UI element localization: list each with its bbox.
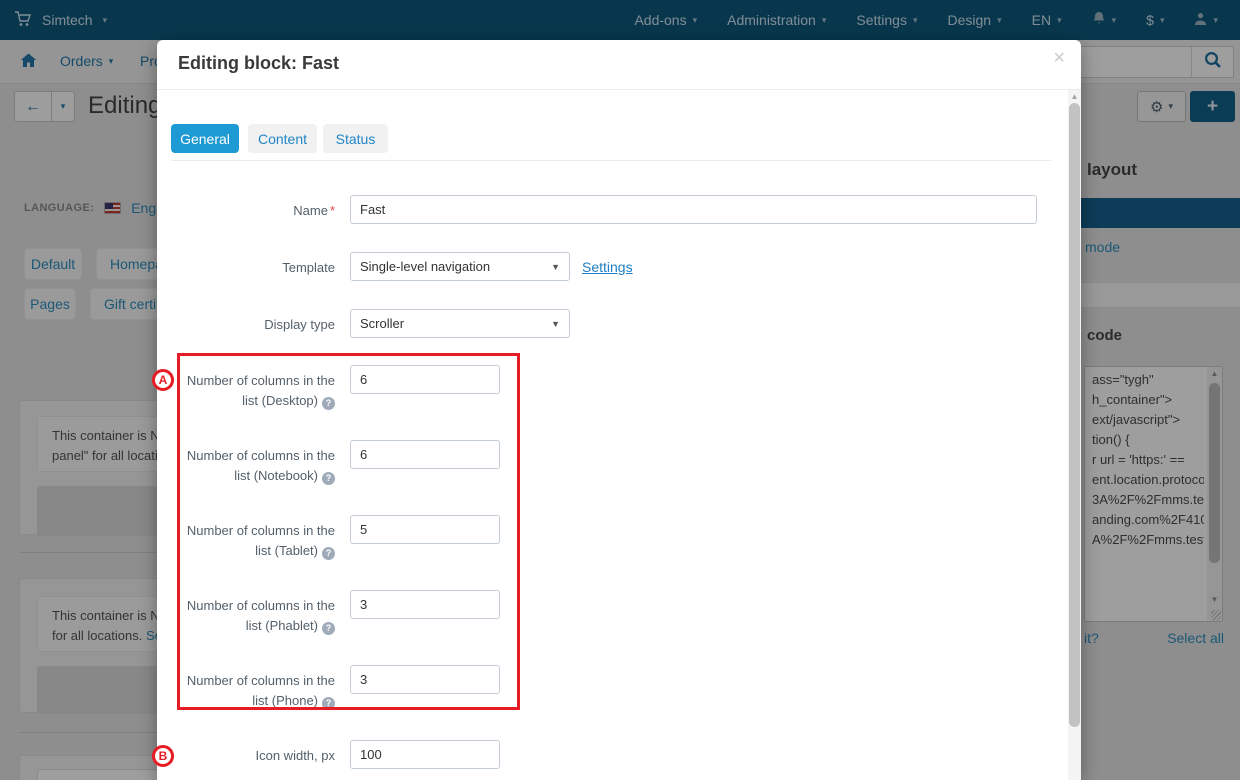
- name-label: Name *: [293, 203, 335, 218]
- help-icon[interactable]: [322, 547, 335, 560]
- form-row-display-type: Display type Scroller ▼: [175, 309, 570, 338]
- columns-tablet-label: Number of columns in the list (Tablet): [175, 515, 335, 561]
- template-label: Template: [282, 260, 335, 275]
- select-arrow-icon: ▼: [551, 261, 560, 272]
- tab-general[interactable]: General: [171, 124, 239, 153]
- template-settings-link[interactable]: Settings: [582, 259, 633, 275]
- columns-desktop-field[interactable]: [350, 365, 500, 394]
- modal-scrollbar[interactable]: ▲: [1068, 90, 1081, 780]
- screen: Simtech ▾ Add-ons ▾ Administration ▾ Setti…: [0, 0, 1240, 780]
- form-row-icon-width: Icon width, px: [175, 740, 500, 769]
- tab-underline: [171, 160, 1051, 161]
- columns-desktop-label: Number of columns in the list (Desktop): [175, 365, 335, 411]
- required-asterisk: *: [329, 203, 335, 218]
- modal-header: Editing block: Fast ×: [157, 40, 1081, 90]
- select-arrow-icon: ▼: [551, 318, 560, 329]
- display-type-label: Display type: [264, 317, 335, 332]
- form-row-columns-notebook: Number of columns in the list (Notebook): [175, 440, 500, 486]
- form-row-columns-tablet: Number of columns in the list (Tablet): [175, 515, 500, 561]
- help-icon[interactable]: [322, 697, 335, 710]
- form-row-columns-phone: Number of columns in the list (Phone): [175, 665, 500, 711]
- annotation-marker-a: A: [152, 369, 174, 391]
- form-row-columns-phablet: Number of columns in the list (Phablet): [175, 590, 500, 636]
- columns-notebook-label: Number of columns in the list (Notebook): [175, 440, 335, 486]
- icon-width-field[interactable]: [350, 740, 500, 769]
- scroll-up-icon[interactable]: ▲: [1068, 90, 1081, 103]
- form-row-template: Template Single-level navigation ▼ Settin…: [175, 252, 633, 281]
- help-icon[interactable]: [322, 472, 335, 485]
- scrollbar-thumb[interactable]: [1069, 103, 1080, 727]
- help-icon[interactable]: [322, 397, 335, 410]
- columns-tablet-field[interactable]: [350, 515, 500, 544]
- help-icon[interactable]: [322, 622, 335, 635]
- template-select[interactable]: Single-level navigation ▼: [350, 252, 570, 281]
- tab-content[interactable]: Content: [248, 124, 317, 153]
- columns-phone-label: Number of columns in the list (Phone): [175, 665, 335, 711]
- name-field[interactable]: [350, 195, 1037, 224]
- annotation-marker-b: B: [152, 745, 174, 767]
- form-row-columns-desktop: Number of columns in the list (Desktop): [175, 365, 500, 411]
- columns-phone-field[interactable]: [350, 665, 500, 694]
- tab-status[interactable]: Status: [323, 124, 388, 153]
- modal-title: Editing block: Fast: [178, 53, 340, 73]
- columns-phablet-field[interactable]: [350, 590, 500, 619]
- editing-block-modal: Editing block: Fast × General Content St…: [157, 40, 1081, 780]
- form-row-name: Name *: [175, 195, 1037, 224]
- close-icon[interactable]: ×: [1053, 47, 1065, 70]
- columns-phablet-label: Number of columns in the list (Phablet): [175, 590, 335, 636]
- icon-width-label: Icon width, px: [255, 748, 336, 763]
- columns-notebook-field[interactable]: [350, 440, 500, 469]
- display-type-select[interactable]: Scroller ▼: [350, 309, 570, 338]
